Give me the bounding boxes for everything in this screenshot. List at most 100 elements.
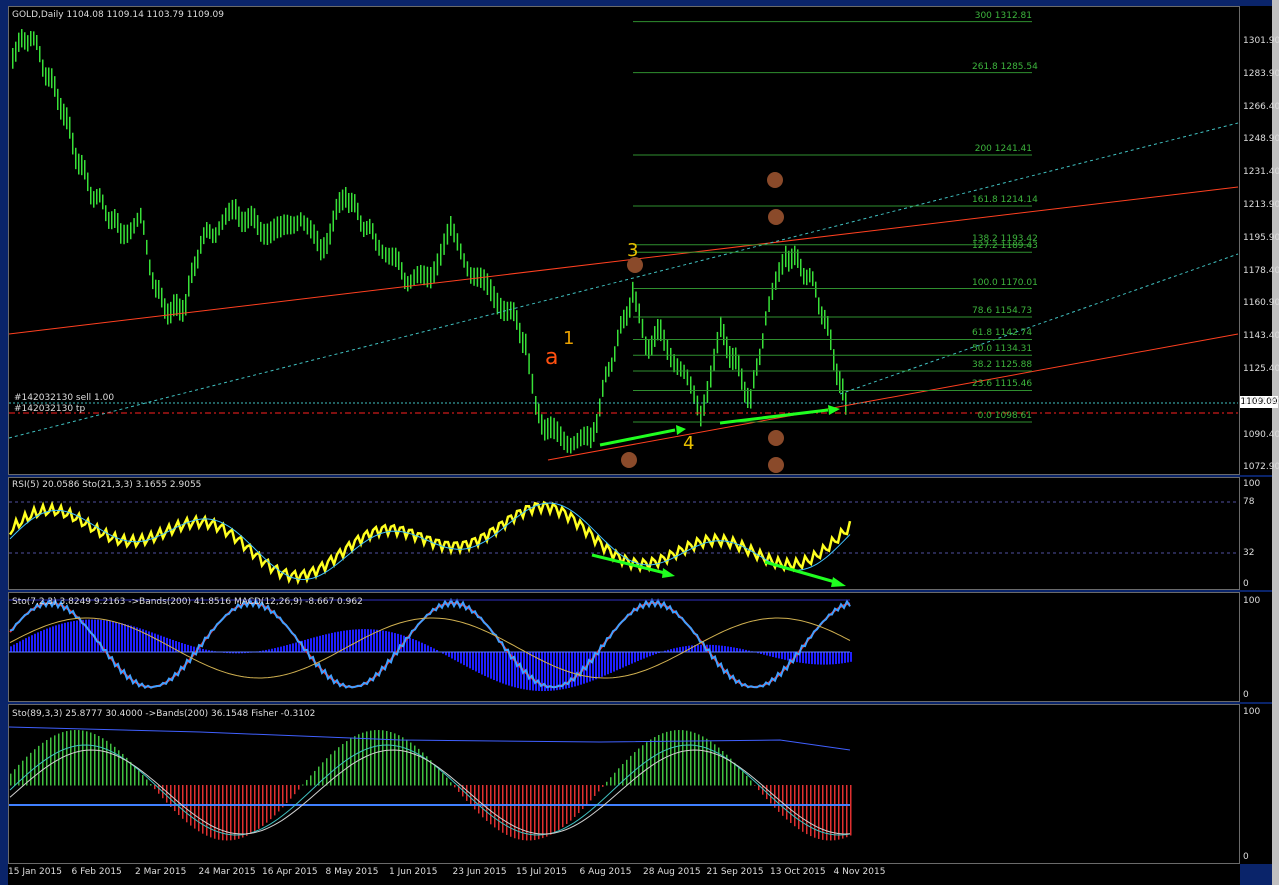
candle xyxy=(341,189,344,211)
fib-level-label: 78.6 1154.73 xyxy=(972,306,1033,317)
candle xyxy=(713,348,715,371)
macd-bar xyxy=(616,652,618,671)
date-tick: 16 Apr 2015 xyxy=(262,867,318,877)
candle xyxy=(430,267,432,289)
fisher-bar xyxy=(246,785,248,836)
fisher-bar xyxy=(570,785,572,821)
candle xyxy=(188,275,190,297)
macd-bar xyxy=(811,652,813,665)
fisher-bar xyxy=(642,745,644,786)
candle xyxy=(99,188,101,203)
macd-bar xyxy=(604,652,606,676)
date-tick: 2 Mar 2015 xyxy=(135,867,187,877)
candle xyxy=(410,274,412,289)
macd-bar xyxy=(832,652,834,665)
candle xyxy=(123,224,125,245)
fisher-bar xyxy=(750,780,752,786)
macd-bar xyxy=(325,634,327,653)
macd-bar xyxy=(715,645,717,653)
fisher-bar xyxy=(542,785,544,839)
candle xyxy=(566,435,569,453)
candle xyxy=(18,32,20,52)
candle xyxy=(366,220,368,236)
fisher-bar xyxy=(482,785,484,818)
cyan-dotted-line-1 xyxy=(8,122,1239,439)
candle xyxy=(167,303,169,325)
candle xyxy=(407,276,409,292)
macd-bar xyxy=(805,652,807,664)
macd-bar xyxy=(151,632,153,653)
macd-bar xyxy=(64,622,66,653)
fisher-bar xyxy=(286,785,288,804)
price-tick: 1072.90 xyxy=(1243,462,1279,473)
candle xyxy=(759,348,761,366)
macd-bar xyxy=(700,644,702,653)
candle xyxy=(629,297,631,318)
green-arrowhead xyxy=(662,568,675,578)
candle xyxy=(700,405,702,427)
fisher-bar xyxy=(202,785,204,834)
fisher-bar xyxy=(130,761,132,786)
candle xyxy=(476,267,479,287)
fisher-bar xyxy=(206,785,208,836)
fisher-bar xyxy=(594,785,596,796)
macd-bar xyxy=(187,644,189,653)
fisher-bar xyxy=(674,730,676,786)
candle xyxy=(553,417,555,440)
candle xyxy=(130,222,132,240)
macd-bar xyxy=(73,620,75,653)
macd-bar xyxy=(181,643,183,653)
candle xyxy=(12,47,14,69)
fisher-bar xyxy=(134,766,136,786)
fisher-bar xyxy=(666,731,668,786)
price-tick: 1301.90 xyxy=(1243,36,1279,46)
macd-bar xyxy=(292,643,294,653)
fisher-bar xyxy=(398,735,400,786)
fisher-bar xyxy=(850,785,852,836)
macd-bar xyxy=(529,652,531,691)
fisher-bar xyxy=(498,785,500,831)
macd-bar xyxy=(769,652,771,657)
macd-bar xyxy=(322,635,324,653)
candle xyxy=(313,224,315,244)
macd-bar xyxy=(559,652,561,690)
fisher-bar xyxy=(266,785,268,823)
candle xyxy=(500,297,502,319)
fisher-bar xyxy=(26,756,28,786)
candle xyxy=(750,389,752,409)
candle xyxy=(433,261,435,284)
candle xyxy=(538,403,540,424)
candle xyxy=(75,147,77,170)
wave-marker xyxy=(621,452,637,468)
candle xyxy=(660,319,662,342)
candle xyxy=(556,421,559,442)
candle xyxy=(466,261,469,277)
fisher-bar xyxy=(554,785,556,833)
macd-bar xyxy=(643,652,645,659)
candle xyxy=(300,212,302,227)
macd-bar xyxy=(634,652,636,663)
date-tick: 28 Aug 2015 xyxy=(643,867,701,877)
fisher-bar xyxy=(366,731,368,786)
macd-bar xyxy=(286,645,288,653)
candle xyxy=(443,233,445,255)
fisher-bar xyxy=(322,762,324,786)
price-tick: 1283.90 xyxy=(1243,68,1279,79)
candle xyxy=(72,132,74,155)
macd-bar xyxy=(76,620,78,653)
candle xyxy=(765,311,767,326)
candle xyxy=(670,347,672,368)
candle xyxy=(66,107,68,130)
candle xyxy=(215,227,217,243)
fisher-bar xyxy=(350,738,352,786)
fisher-bar xyxy=(842,785,844,839)
macd-bar xyxy=(334,632,336,653)
fisher-bar xyxy=(86,731,88,786)
fisher-bar xyxy=(734,762,736,786)
candle xyxy=(200,235,202,254)
macd-bar xyxy=(316,636,318,653)
fisher-bar xyxy=(802,785,804,832)
candle xyxy=(48,67,50,87)
candle xyxy=(256,215,259,236)
wave-marker xyxy=(768,457,784,473)
